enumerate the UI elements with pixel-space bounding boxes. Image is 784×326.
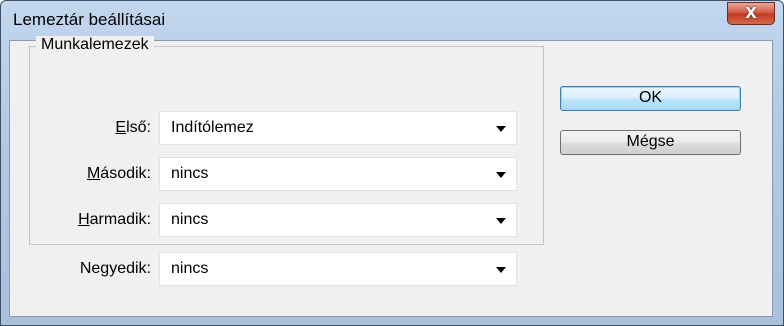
ok-button[interactable]: OK bbox=[560, 86, 741, 111]
close-button[interactable]: X bbox=[727, 2, 775, 25]
first-disk-select[interactable]: Indítólemez bbox=[159, 111, 517, 145]
third-disk-select[interactable]: nincs bbox=[159, 203, 517, 237]
close-icon: X bbox=[745, 4, 757, 22]
fourth-disk-value: nincs bbox=[171, 260, 209, 277]
third-disk-value: nincs bbox=[171, 211, 209, 228]
window-title: Lemeztár beállításai bbox=[13, 10, 166, 29]
first-disk-value: Indítólemez bbox=[171, 119, 254, 136]
chevron-down-icon bbox=[496, 172, 506, 178]
fourth-disk-label: Negyedik: bbox=[79, 260, 151, 277]
dialog-window: Lemeztár beállításai X Munkalemezek Első… bbox=[0, 0, 784, 326]
second-disk-select[interactable]: nincs bbox=[159, 157, 517, 191]
fourth-disk-select[interactable]: nincs bbox=[159, 252, 517, 286]
chevron-down-icon bbox=[496, 126, 506, 132]
second-disk-label: Második: bbox=[86, 165, 151, 182]
chevron-down-icon bbox=[496, 218, 506, 224]
group-legend: Munkalemezek bbox=[36, 36, 154, 54]
title-bar[interactable]: Lemeztár beállításai X bbox=[1, 1, 783, 39]
chevron-down-icon bbox=[496, 267, 506, 273]
third-disk-label: Harmadik: bbox=[78, 211, 151, 228]
second-disk-value: nincs bbox=[171, 165, 209, 182]
cancel-button[interactable]: Mégse bbox=[560, 130, 741, 155]
first-disk-label: Első: bbox=[115, 119, 151, 136]
